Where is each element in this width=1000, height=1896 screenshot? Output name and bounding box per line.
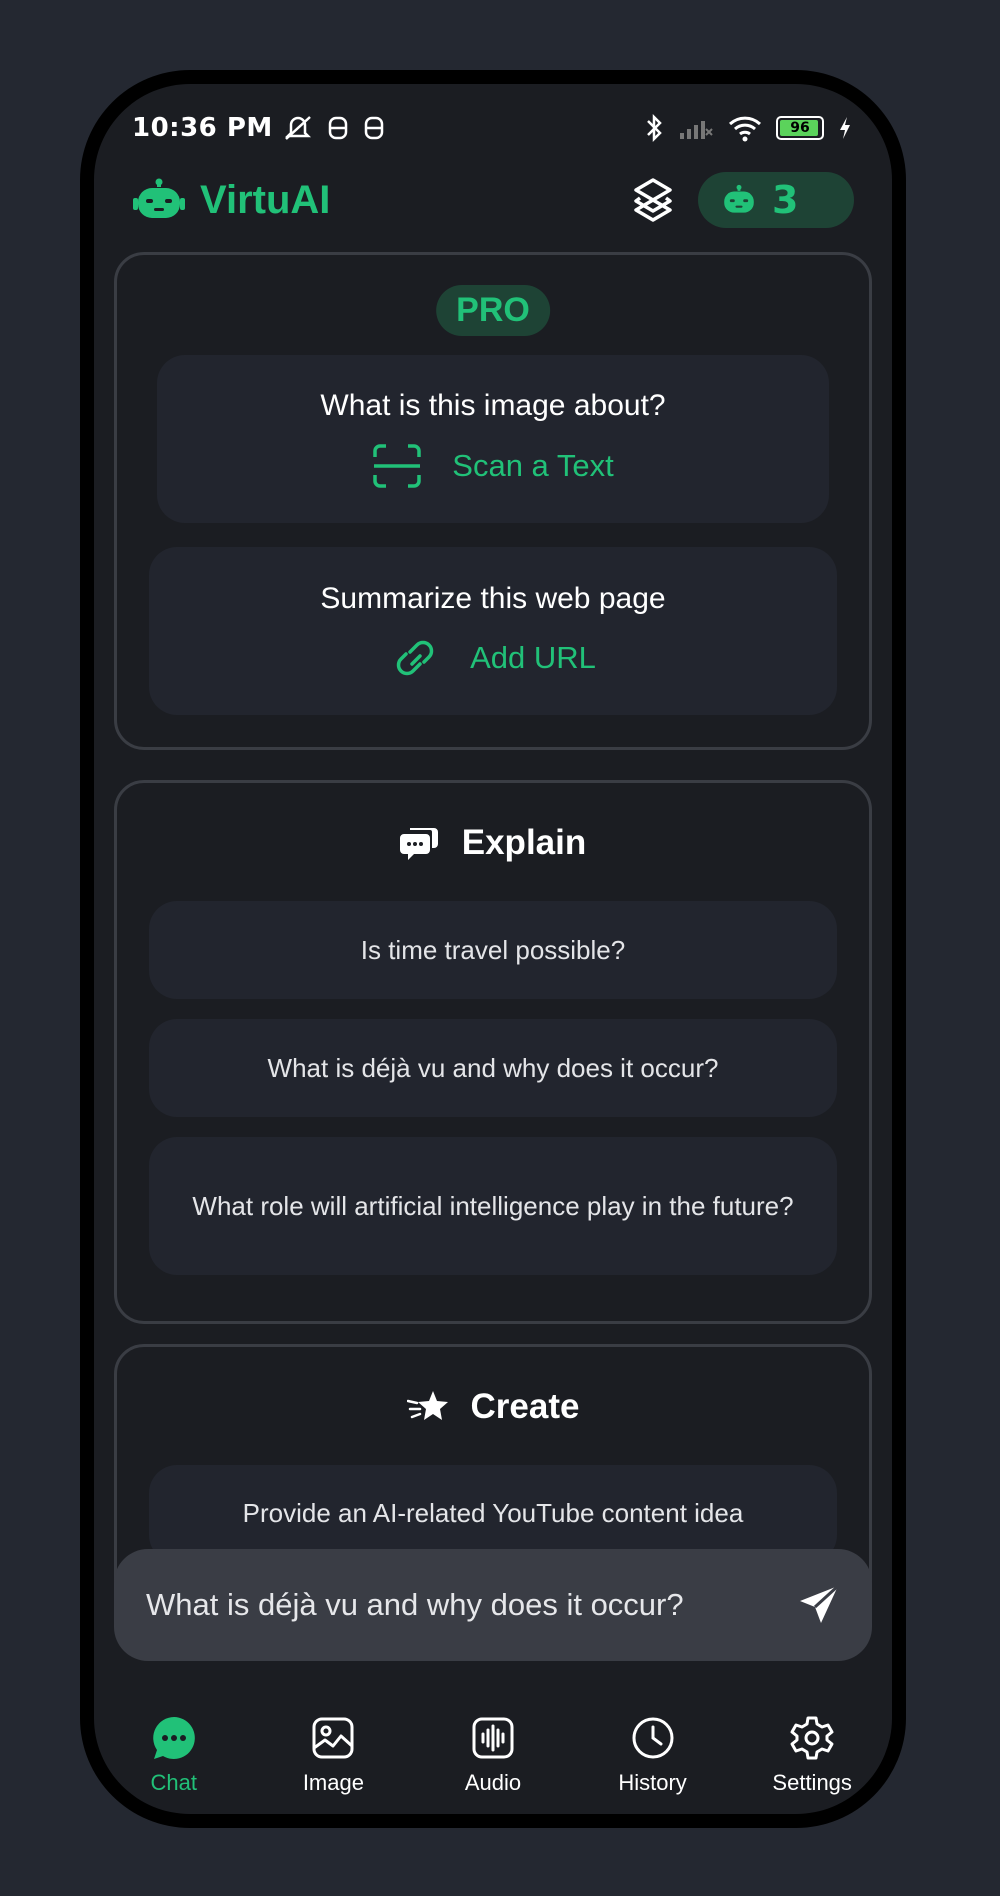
star-icon	[406, 1391, 448, 1420]
pro-badge: PRO	[436, 285, 550, 336]
robot-icon	[724, 184, 754, 213]
send-icon[interactable]	[796, 1583, 842, 1627]
explain-header: Explain	[117, 823, 869, 863]
scan-icon	[373, 444, 422, 488]
notification-icon	[364, 116, 383, 140]
nav-label: Audio	[464, 1770, 522, 1795]
scan-text-tile[interactable]: What is this image about? Scan a Text	[157, 355, 829, 523]
credits-badge[interactable]: 3	[698, 172, 854, 228]
image-icon	[312, 1717, 354, 1759]
layers-icon[interactable]	[630, 176, 676, 224]
nav-label: History	[618, 1770, 687, 1795]
nav-chat[interactable]: Chat	[94, 1714, 254, 1814]
nav-label: Image	[302, 1770, 364, 1795]
audio-icon	[472, 1717, 514, 1759]
nav-label: Chat	[150, 1770, 198, 1795]
chat-icon	[153, 1717, 195, 1759]
status-time: 10:36 PM	[132, 113, 273, 143]
create-title: Create	[470, 1387, 580, 1426]
notification-icon	[328, 116, 347, 140]
app-header: VirtuAI 3	[132, 156, 854, 244]
battery-icon: 96	[776, 116, 824, 140]
suggestions-scroll[interactable]: PRO What is this image about? Scan a Tex…	[94, 252, 892, 1597]
prompt-chip[interactable]: What role will artificial intelligence p…	[149, 1137, 837, 1275]
robot-logo-icon	[133, 178, 185, 218]
signal-icon	[680, 121, 713, 139]
prompt-chip[interactable]: Is time travel possible?	[149, 901, 837, 999]
link-icon	[396, 640, 434, 676]
message-input-bar[interactable]: What is déjà vu and why does it occur?	[114, 1549, 872, 1661]
bottom-nav: Chat Image Audio History Settings	[94, 1714, 892, 1814]
bluetooth-icon	[647, 113, 662, 143]
scan-text-label: Scan a Text	[452, 448, 614, 483]
brand: VirtuAI	[132, 178, 330, 223]
nav-history[interactable]: History	[573, 1714, 733, 1814]
charging-icon	[840, 117, 850, 139]
nav-label: Settings	[772, 1770, 852, 1795]
explain-title: Explain	[461, 823, 587, 862]
add-url-label: Add URL	[470, 640, 596, 675]
tile-question: What is this image about?	[320, 389, 666, 422]
credits-count: 3	[772, 178, 799, 222]
nav-image[interactable]: Image	[254, 1714, 414, 1814]
mute-icon	[284, 116, 311, 140]
pro-card: PRO What is this image about? Scan a Tex…	[114, 252, 872, 750]
wifi-icon	[728, 116, 762, 142]
status-bar: 10:36 PM 96	[132, 98, 852, 158]
explain-card: Explain Is time travel possible? What is…	[114, 780, 872, 1324]
message-input[interactable]: What is déjà vu and why does it occur?	[146, 1587, 796, 1623]
app-name: VirtuAI	[200, 177, 331, 222]
prompt-chip[interactable]: What is déjà vu and why does it occur?	[149, 1019, 837, 1117]
gear-icon	[790, 1716, 834, 1760]
tile-question: Summarize this web page	[320, 582, 666, 615]
clock-icon	[632, 1717, 674, 1759]
add-url-tile[interactable]: Summarize this web page Add URL	[149, 547, 837, 715]
app-screen: 10:36 PM 96 VirtuAI 3 PRO What is this i…	[94, 84, 892, 1814]
nav-settings[interactable]: Settings	[732, 1714, 892, 1814]
create-header: Create	[117, 1387, 869, 1427]
nav-audio[interactable]: Audio	[413, 1714, 573, 1814]
chat-bubbles-icon	[399, 828, 438, 860]
